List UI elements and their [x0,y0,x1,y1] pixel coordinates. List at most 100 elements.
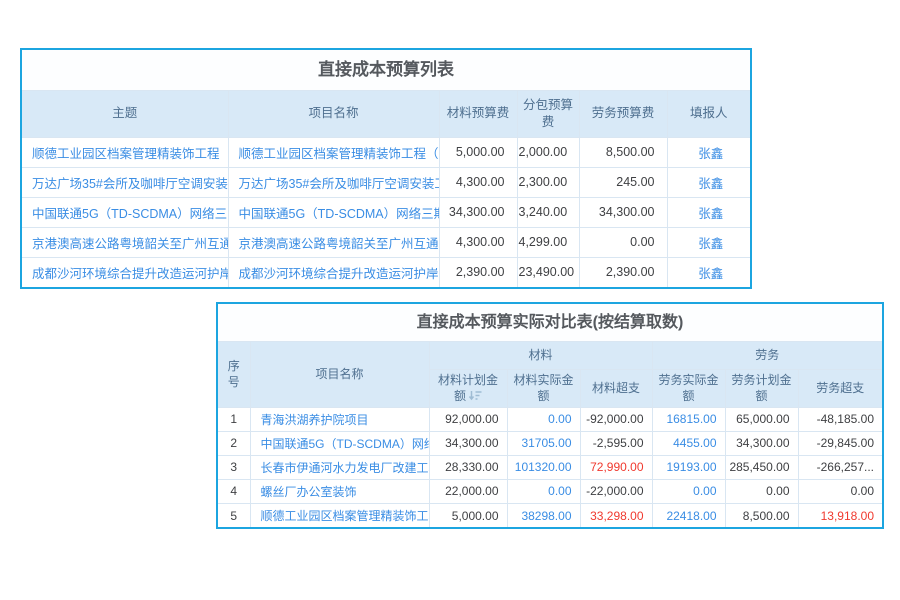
project-link[interactable]: 顺德工业园区档案管理精装饰工程 [250,503,429,527]
project-link[interactable]: 顺德工业园区档案管理精装饰工程（... [228,137,439,167]
compare-value-0: 28,330.00 [429,455,507,479]
table-row: 1青海洪湖养护院项目92,000.000.00-92,000.0016815.0… [218,407,882,431]
compare-value-3: 22418.00 [652,503,725,527]
compare-value-4: 0.00 [725,479,798,503]
sort-icon[interactable] [469,389,482,405]
budget-col-header-5: 填报人 [667,91,750,137]
group-header-material: 材料 [429,342,652,369]
budget-value-2: 34,300.00 [579,197,667,227]
project-link[interactable]: 成都沙河环境综合提升改造运河护岸... [228,257,439,287]
table-row: 5顺德工业园区档案管理精装饰工程5,000.0038298.0033,298.0… [218,503,882,527]
budget-col-header-0: 主题 [22,91,228,137]
table-row: 万达广场35#会所及咖啡厅空调安装...万达广场35#会所及咖啡厅空调安装工程4… [22,167,750,197]
sub-col-header-5: 劳务超支 [798,369,882,407]
compare-value-3: 16815.00 [652,407,725,431]
reporter-link[interactable]: 张鑫 [667,167,750,197]
compare-value-0: 34,300.00 [429,431,507,455]
col-header-no: 序号 [218,342,250,407]
project-link[interactable]: 中国联通5G（TD-SCDMA）网络三期... [228,197,439,227]
project-link[interactable]: 万达广场35#会所及咖啡厅空调安装工程 [228,167,439,197]
subject-link[interactable]: 京港澳高速公路粤境韶关至广州互通... [22,227,228,257]
budget-value-1: 2,300.00 [517,167,579,197]
subject-link[interactable]: 顺德工业园区档案管理精装饰工程（... [22,137,228,167]
sub-col-header-2: 材料超支 [580,369,652,407]
row-number: 3 [218,455,250,479]
budget-value-1: 3,240.00 [517,197,579,227]
budget-value-0: 34,300.00 [439,197,517,227]
compare-value-4: 285,450.00 [725,455,798,479]
compare-value-0: 92,000.00 [429,407,507,431]
subject-link[interactable]: 成都沙河环境综合提升改造运河护岸... [22,257,228,287]
budget-col-header-4: 劳务预算费 [579,91,667,137]
reporter-link[interactable]: 张鑫 [667,137,750,167]
compare-title: 直接成本预算实际对比表(按结算取数) [218,304,882,342]
compare-value-3: 4455.00 [652,431,725,455]
compare-value-3: 0.00 [652,479,725,503]
compare-value-5: -266,257... [798,455,882,479]
compare-value-0: 5,000.00 [429,503,507,527]
budget-value-0: 2,390.00 [439,257,517,287]
budget-col-header-3: 分包预算费 [517,91,579,137]
budget-list-card: 直接成本预算列表 主题项目名称材料预算费分包预算费劳务预算费填报人 顺德工业园区… [20,48,752,289]
project-link[interactable]: 青海洪湖养护院项目 [250,407,429,431]
compare-value-1: 31705.00 [507,431,580,455]
table-row: 顺德工业园区档案管理精装饰工程（...顺德工业园区档案管理精装饰工程（...5,… [22,137,750,167]
compare-value-1: 0.00 [507,479,580,503]
table-row: 中国联通5G（TD-SCDMA）网络三...中国联通5G（TD-SCDMA）网络… [22,197,750,227]
compare-value-1: 38298.00 [507,503,580,527]
compare-value-4: 65,000.00 [725,407,798,431]
budget-value-2: 8,500.00 [579,137,667,167]
compare-value-0: 22,000.00 [429,479,507,503]
table-row: 4螺丝厂办公室装饰22,000.000.00-22,000.000.000.00… [218,479,882,503]
compare-card: 直接成本预算实际对比表(按结算取数) 序号项目名称材料劳务 材料计划金额材料实际… [216,302,884,529]
table-row: 成都沙河环境综合提升改造运河护岸...成都沙河环境综合提升改造运河护岸...2,… [22,257,750,287]
compare-value-1: 101320.00 [507,455,580,479]
compare-value-5: -29,845.00 [798,431,882,455]
sub-col-header-0: 材料计划金额 [429,369,507,407]
subject-link[interactable]: 中国联通5G（TD-SCDMA）网络三... [22,197,228,227]
reporter-link[interactable]: 张鑫 [667,227,750,257]
project-link[interactable]: 长春市伊通河水力发电厂改建工程 [250,455,429,479]
project-link[interactable]: 京港澳高速公路粤境韶关至广州互通... [228,227,439,257]
sub-col-header-1: 材料实际金额 [507,369,580,407]
compare-value-1: 0.00 [507,407,580,431]
table-row: 京港澳高速公路粤境韶关至广州互通...京港澳高速公路粤境韶关至广州互通... 4,… [22,227,750,257]
project-link[interactable]: 螺丝厂办公室装饰 [250,479,429,503]
col-header-project: 项目名称 [250,342,429,407]
compare-table: 序号项目名称材料劳务 材料计划金额材料实际金额材料超支劳务实际金额劳务计划金额劳… [218,342,882,527]
compare-value-5: 0.00 [798,479,882,503]
compare-value-5: -48,185.00 [798,407,882,431]
subject-link[interactable]: 万达广场35#会所及咖啡厅空调安装... [22,167,228,197]
budget-value-0: 5,000.00 [439,137,517,167]
row-number: 4 [218,479,250,503]
compare-value-2: 33,298.00 [580,503,652,527]
budget-list-title: 直接成本预算列表 [22,50,750,91]
sub-col-header-3: 劳务实际金额 [652,369,725,407]
budget-value-2: 2,390.00 [579,257,667,287]
compare-value-5: 13,918.00 [798,503,882,527]
budget-value-1: 23,490.00 [517,257,579,287]
budget-value-1: 2,000.00 [517,137,579,167]
compare-value-4: 34,300.00 [725,431,798,455]
compare-value-2: -2,595.00 [580,431,652,455]
reporter-link[interactable]: 张鑫 [667,197,750,227]
row-number: 2 [218,431,250,455]
budget-list-table: 主题项目名称材料预算费分包预算费劳务预算费填报人 顺德工业园区档案管理精装饰工程… [22,91,750,287]
project-link[interactable]: 中国联通5G（TD-SCDMA）网络三 [250,431,429,455]
budget-col-header-2: 材料预算费 [439,91,517,137]
budget-col-header-1: 项目名称 [228,91,439,137]
table-row: 2中国联通5G（TD-SCDMA）网络三34,300.0031705.00-2,… [218,431,882,455]
budget-value-1: 4,299.00 [517,227,579,257]
row-number: 5 [218,503,250,527]
compare-value-3: 19193.00 [652,455,725,479]
budget-value-2: 0.00 [579,227,667,257]
compare-value-2: 72,990.00 [580,455,652,479]
budget-value-0: 4,300.00 [439,167,517,197]
budget-value-2: 245.00 [579,167,667,197]
group-header-labor: 劳务 [652,342,882,369]
compare-value-4: 8,500.00 [725,503,798,527]
compare-value-2: -22,000.00 [580,479,652,503]
reporter-link[interactable]: 张鑫 [667,257,750,287]
row-number: 1 [218,407,250,431]
sub-col-header-4: 劳务计划金额 [725,369,798,407]
